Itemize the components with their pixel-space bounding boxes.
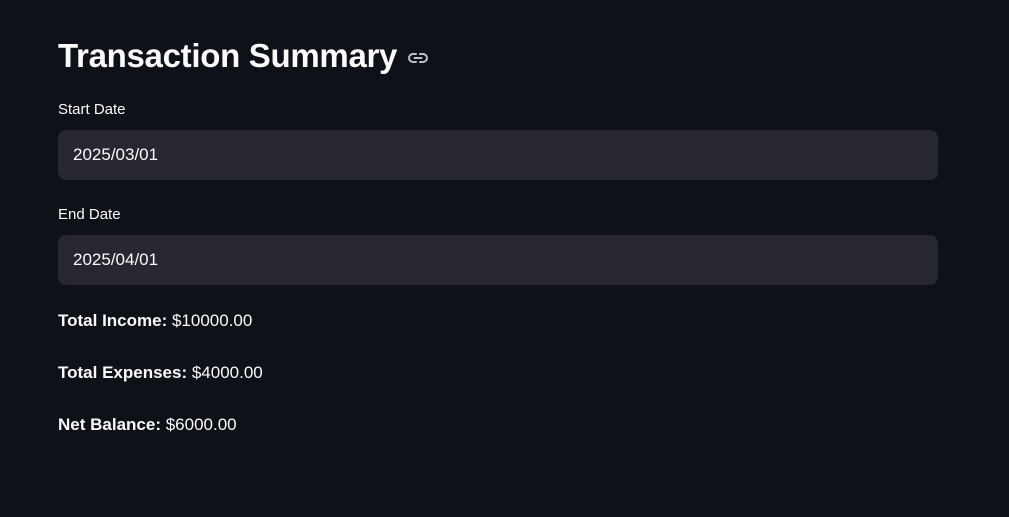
total-expenses-value: $4000.00: [187, 363, 263, 382]
summary-section: Total Income: $10000.00 Total Expenses: …: [58, 309, 938, 437]
title-row: Transaction Summary: [58, 36, 938, 76]
total-income: Total Income: $10000.00: [58, 309, 938, 333]
end-date-input[interactable]: [58, 235, 938, 285]
link-icon[interactable]: [407, 47, 429, 69]
total-expenses: Total Expenses: $4000.00: [58, 361, 938, 385]
net-balance-label: Net Balance:: [58, 415, 161, 434]
net-balance-value: $6000.00: [160, 415, 237, 434]
start-date-label: Start Date: [58, 101, 126, 118]
net-balance: Net Balance: $6000.00: [58, 413, 938, 437]
total-expenses-label: Total Expenses:: [58, 363, 188, 382]
start-date-input[interactable]: [58, 130, 938, 180]
end-date-label: End Date: [58, 206, 121, 223]
total-income-value: $10000.00: [167, 311, 253, 330]
total-income-label: Total Income:: [58, 311, 168, 330]
main-content: Transaction Summary Start Date End Date …: [0, 0, 938, 437]
page-title: Transaction Summary: [58, 37, 398, 74]
